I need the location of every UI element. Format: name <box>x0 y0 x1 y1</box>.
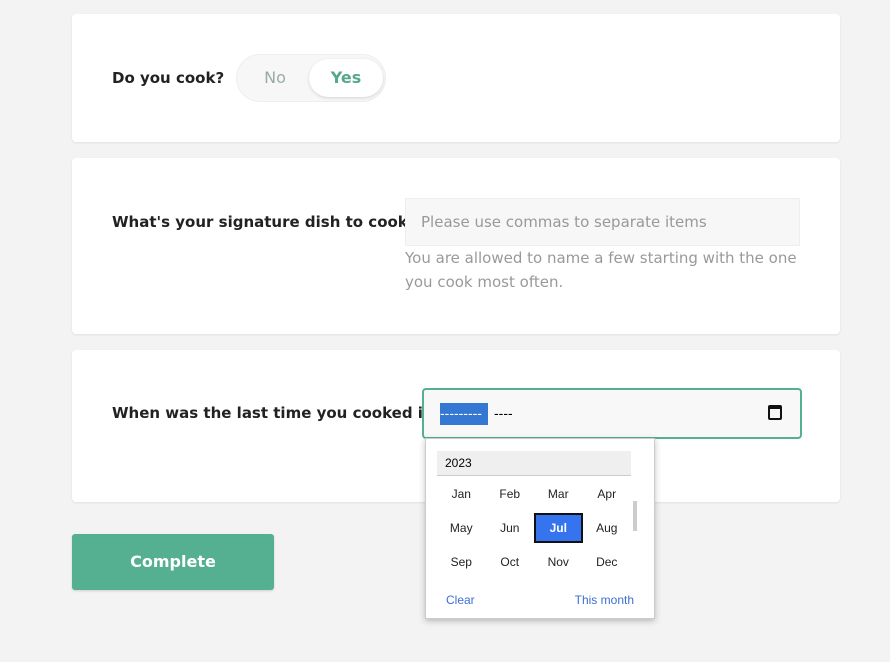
scrollbar[interactable] <box>633 501 637 531</box>
toggle-no[interactable]: No <box>241 59 309 97</box>
month-segment[interactable]: --------- <box>440 403 488 425</box>
month-input[interactable]: --------- ---- <box>422 388 802 439</box>
complete-button[interactable]: Complete <box>72 534 274 590</box>
month-feb[interactable]: Feb <box>486 477 535 511</box>
picker-year[interactable]: 2023 <box>437 451 631 476</box>
calendar-icon[interactable] <box>768 405 782 420</box>
dish-help-text: You are allowed to name a few starting w… <box>405 249 797 291</box>
date-question-label: When was the last time you cooked it? <box>112 404 439 422</box>
month-dec[interactable]: Dec <box>583 545 632 579</box>
clear-button[interactable]: Clear <box>446 593 475 607</box>
month-may[interactable]: May <box>437 511 486 545</box>
month-nov[interactable]: Nov <box>534 545 583 579</box>
month-jul[interactable]: Jul <box>534 513 583 543</box>
month-apr[interactable]: Apr <box>583 477 632 511</box>
cook-toggle[interactable]: No Yes <box>236 54 386 102</box>
cook-question-label: Do you cook? <box>112 69 225 87</box>
dish-input[interactable]: Please use commas to separate items <box>405 198 800 246</box>
month-jun[interactable]: Jun <box>486 511 535 545</box>
month-mar[interactable]: Mar <box>534 477 583 511</box>
month-jan[interactable]: Jan <box>437 477 486 511</box>
year-segment[interactable]: ---- <box>494 403 513 423</box>
month-oct[interactable]: Oct <box>486 545 535 579</box>
this-month-button[interactable]: This month <box>575 593 634 607</box>
month-picker-popup: 2023 Jan Feb Mar Apr May Jun Jul Aug Sep Oct Nov De… <box>425 438 655 619</box>
toggle-yes[interactable]: Yes <box>309 59 383 97</box>
dish-question-card: What's your signature dish to cook? Plea… <box>72 158 840 334</box>
cook-question-card: Do you cook? No Yes <box>72 14 840 142</box>
month-sep[interactable]: Sep <box>437 545 486 579</box>
month-aug[interactable]: Aug <box>583 511 632 545</box>
dish-question-label: What's your signature dish to cook? <box>112 213 417 231</box>
